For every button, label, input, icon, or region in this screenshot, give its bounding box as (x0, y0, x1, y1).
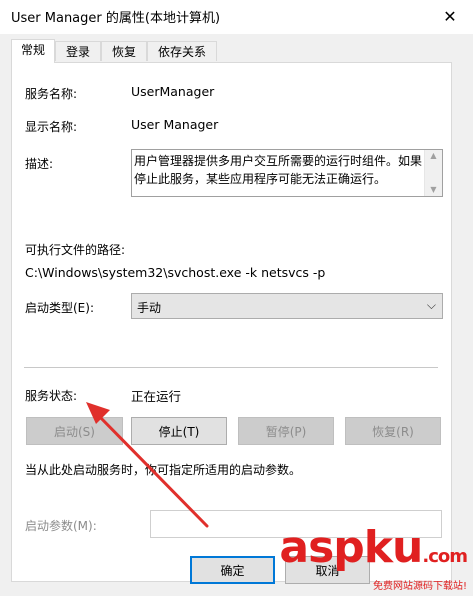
start-params-input[interactable] (150, 510, 442, 538)
startup-type-select[interactable]: 手动 ⌵ (131, 293, 443, 319)
scroll-up-icon[interactable]: ▲ (425, 150, 442, 162)
tab-dependencies[interactable]: 依存关系 (147, 41, 217, 61)
cancel-button[interactable]: 取消 (285, 556, 370, 584)
tab-general[interactable]: 常规 (11, 39, 55, 63)
start-params-label: 启动参数(M): (25, 519, 97, 533)
description-scrollbar[interactable]: ▲ ▼ (424, 150, 442, 196)
ok-button[interactable]: 确定 (190, 556, 275, 584)
stop-button[interactable]: 停止(T) (131, 417, 227, 445)
general-tab-panel: 服务名称: UserManager 显示名称: User Manager 描述:… (11, 62, 452, 582)
title-bar: User Manager 的属性(本地计算机) ✕ (0, 0, 473, 34)
close-icon[interactable]: ✕ (427, 0, 473, 32)
service-name-label: 服务名称: (25, 87, 78, 101)
display-name-value: User Manager (131, 117, 219, 132)
exe-path-value: C:\Windows\system32\svchost.exe -k netsv… (25, 265, 326, 280)
separator (24, 367, 438, 368)
resume-button[interactable]: 恢复(R) (345, 417, 441, 445)
pause-button[interactable]: 暂停(P) (238, 417, 334, 445)
start-params-hint: 当从此处启动服务时，你可指定所适用的启动参数。 (25, 463, 302, 477)
exe-path-label: 可执行文件的路径: (25, 243, 126, 257)
description-text: 用户管理器提供多用户交互所需要的运行时组件。如果停止此服务，某些应用程序可能无法… (134, 154, 423, 186)
tab-logon[interactable]: 登录 (55, 41, 101, 61)
service-status-value: 正在运行 (131, 389, 182, 404)
startup-type-label: 启动类型(E): (25, 301, 94, 315)
scroll-down-icon[interactable]: ▼ (425, 184, 442, 196)
startup-type-value: 手动 (137, 301, 162, 315)
description-box[interactable]: 用户管理器提供多用户交互所需要的运行时组件。如果停止此服务，某些应用程序可能无法… (131, 149, 443, 197)
service-name-value: UserManager (131, 84, 215, 99)
dialog-body: 常规 登录 恢复 依存关系 服务名称: UserManager 显示名称: Us… (0, 34, 473, 596)
window-title: User Manager 的属性(本地计算机) (11, 11, 221, 26)
chevron-down-icon: ⌵ (426, 298, 436, 312)
description-label: 描述: (25, 157, 54, 171)
display-name-label: 显示名称: (25, 120, 78, 134)
start-button[interactable]: 启动(S) (26, 417, 123, 445)
tab-recovery[interactable]: 恢复 (101, 41, 147, 61)
service-status-label: 服务状态: (25, 389, 78, 403)
